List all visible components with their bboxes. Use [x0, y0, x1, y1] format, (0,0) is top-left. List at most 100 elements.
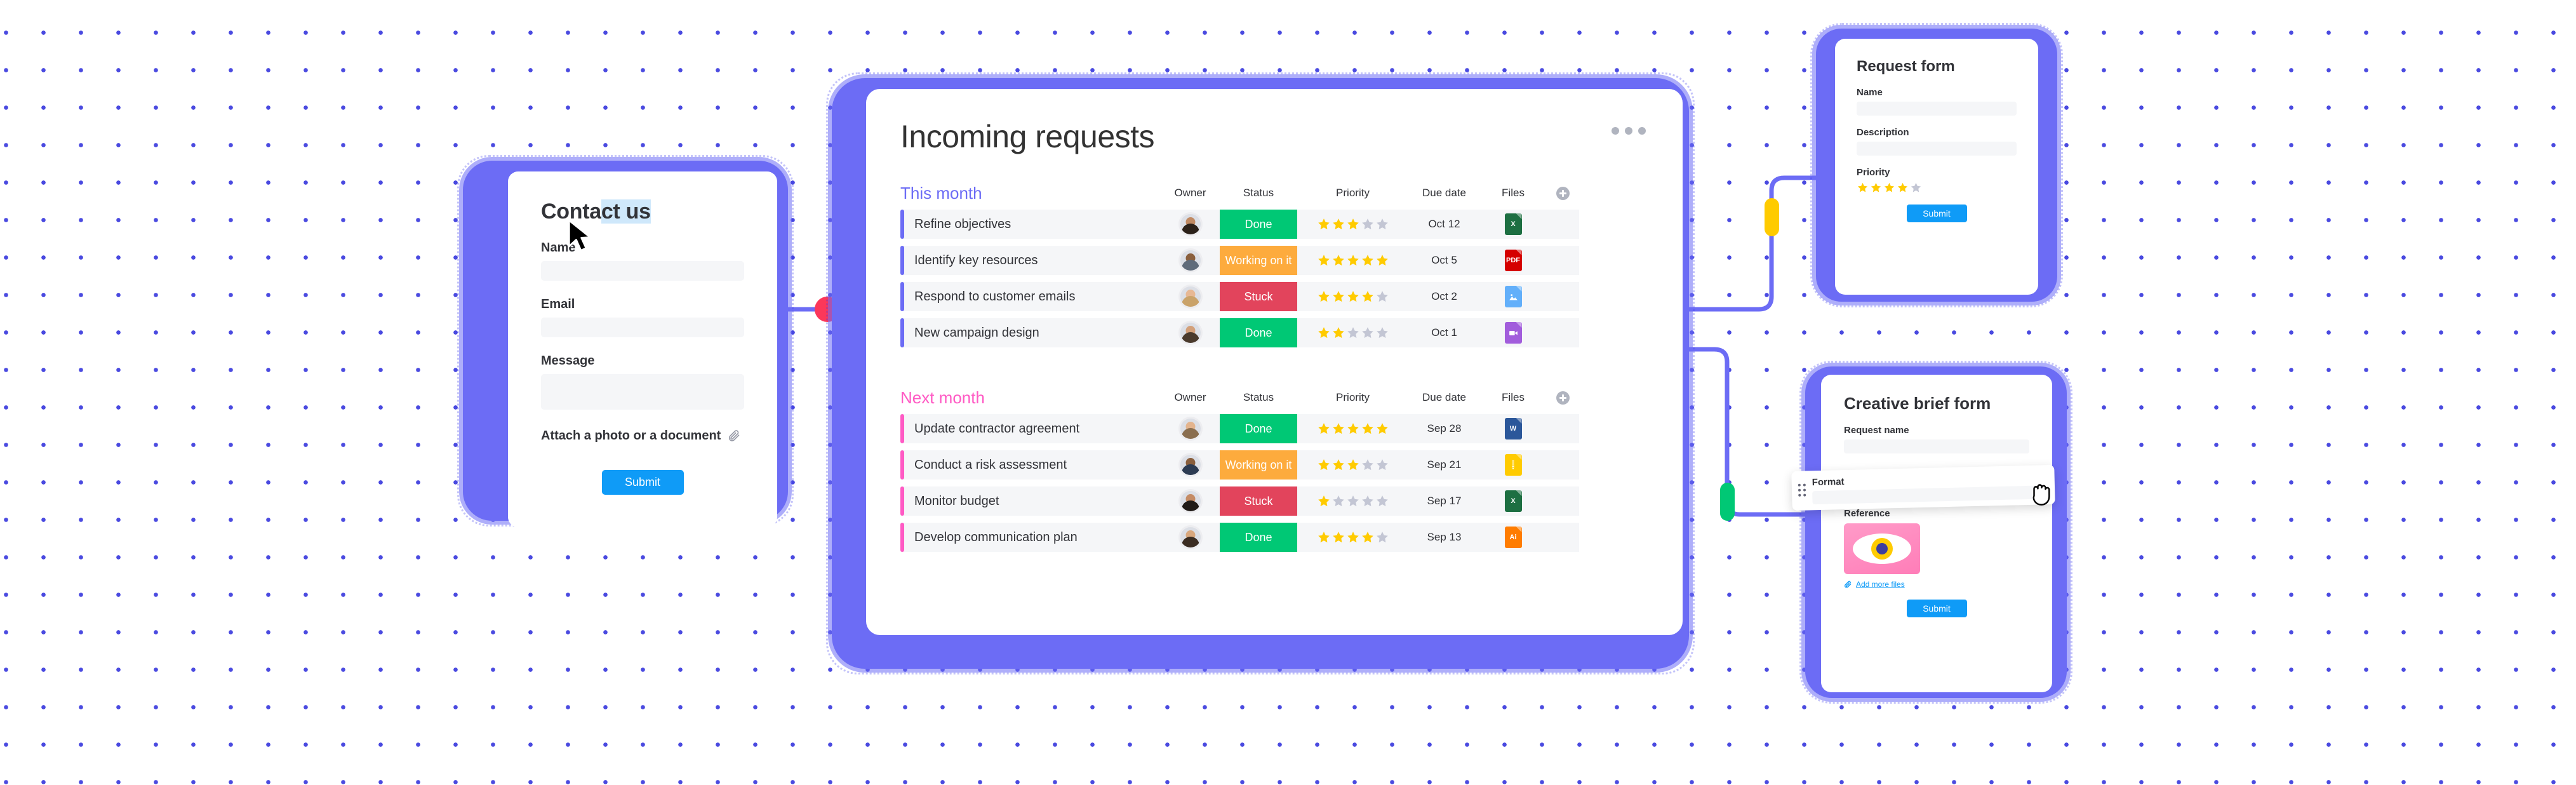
files-cell[interactable]: X [1480, 486, 1546, 516]
column-header[interactable]: Files [1480, 391, 1546, 404]
request-description-input[interactable] [1857, 142, 2017, 156]
files-cell[interactable]: X [1480, 210, 1546, 239]
column-header[interactable]: Priority [1297, 187, 1408, 199]
contact-name-input[interactable] [541, 261, 744, 281]
owner-cell[interactable] [1161, 523, 1220, 552]
due-date-cell[interactable]: Sep 28 [1408, 414, 1480, 443]
owner-avatar-4[interactable] [1180, 323, 1201, 343]
brief-request-name-input[interactable] [1844, 439, 2029, 453]
status-cell[interactable]: Done [1220, 414, 1297, 443]
contact-us-card[interactable]: Contact us Name Email Message Attach a p… [508, 171, 777, 527]
format-input[interactable] [1812, 485, 2046, 504]
files-cell[interactable]: W [1480, 414, 1546, 443]
priority-cell[interactable] [1297, 318, 1408, 347]
owner-avatar-2[interactable] [1180, 250, 1201, 271]
task-name-cell[interactable]: Update contractor agreement [900, 414, 1161, 443]
task-name-cell[interactable]: Refine objectives [900, 210, 1161, 239]
board-group-name[interactable]: This month [900, 184, 1161, 203]
files-cell[interactable]: Ai [1480, 523, 1546, 552]
due-date-cell[interactable]: Oct 5 [1408, 246, 1480, 275]
contact-attach-row[interactable]: Attach a photo or a document [541, 429, 744, 443]
add-more-files-link[interactable]: Add more files [1844, 580, 2029, 589]
task-name-cell[interactable]: Monitor budget [900, 486, 1161, 516]
files-cell[interactable] [1480, 282, 1546, 311]
priority-cell[interactable] [1297, 523, 1408, 552]
contact-message-input[interactable] [541, 374, 744, 410]
priority-cell[interactable] [1297, 486, 1408, 516]
owner-avatar-3[interactable] [1180, 286, 1201, 307]
owner-avatar-7[interactable] [1180, 491, 1201, 511]
task-name-cell[interactable]: New campaign design [900, 318, 1161, 347]
owner-cell[interactable] [1161, 414, 1220, 443]
table-row[interactable]: Conduct a risk assessment Working on it Se… [900, 448, 1648, 481]
column-header[interactable]: Due date [1408, 391, 1480, 404]
table-row[interactable]: Refine objectives Done Oct 12 X [900, 208, 1648, 241]
contact-email-input[interactable] [541, 318, 744, 337]
file-icon-excel[interactable]: X [1504, 213, 1522, 235]
owner-cell[interactable] [1161, 486, 1220, 516]
request-form-card[interactable]: Request form Name Description Priority S… [1835, 39, 2038, 295]
due-date-cell[interactable]: Sep 17 [1408, 486, 1480, 516]
request-priority-stars[interactable] [1857, 182, 2017, 194]
file-icon-word[interactable]: W [1504, 418, 1522, 439]
file-icon-image[interactable] [1504, 286, 1522, 307]
owner-cell[interactable] [1161, 450, 1220, 480]
task-name-cell[interactable]: Conduct a risk assessment [900, 450, 1161, 480]
files-cell[interactable] [1480, 450, 1546, 480]
kebab-menu-icon[interactable] [1612, 127, 1646, 135]
file-icon-zip[interactable] [1504, 454, 1522, 476]
owner-avatar-1[interactable] [1180, 214, 1201, 234]
table-row[interactable]: Identify key resources Working on it Oct 5… [900, 244, 1648, 277]
file-icon-video[interactable] [1504, 322, 1522, 344]
incoming-requests-board[interactable]: Incoming requests This month Owner Status P… [866, 89, 1683, 635]
request-name-input[interactable] [1857, 102, 2017, 116]
request-submit-button[interactable]: Submit [1906, 205, 1967, 222]
creative-brief-card[interactable]: Creative brief form Request name Referen… [1821, 375, 2052, 692]
owner-avatar-8[interactable] [1180, 527, 1201, 547]
column-header[interactable]: Owner [1161, 187, 1220, 199]
table-row[interactable]: Respond to customer emails Stuck Oct 2 [900, 280, 1648, 313]
eye-illustration[interactable] [1844, 523, 1920, 574]
files-cell[interactable] [1480, 318, 1546, 347]
add-column-button[interactable] [1546, 391, 1579, 405]
contact-submit-button[interactable]: Submit [601, 470, 684, 495]
column-header[interactable]: Priority [1297, 391, 1408, 404]
priority-cell[interactable] [1297, 450, 1408, 480]
table-row[interactable]: New campaign design Done Oct 1 [900, 316, 1648, 349]
owner-cell[interactable] [1161, 318, 1220, 347]
file-icon-illustrator[interactable]: Ai [1504, 527, 1522, 548]
add-column-button[interactable] [1546, 186, 1579, 200]
owner-cell[interactable] [1161, 246, 1220, 275]
status-cell[interactable]: Working on it [1220, 246, 1297, 275]
due-date-cell[interactable]: Oct 1 [1408, 318, 1480, 347]
priority-cell[interactable] [1297, 414, 1408, 443]
table-row[interactable]: Monitor budget Stuck Sep 17 X [900, 485, 1648, 518]
status-cell[interactable]: Done [1220, 318, 1297, 347]
column-header[interactable]: Due date [1408, 187, 1480, 199]
owner-avatar-5[interactable] [1180, 419, 1201, 439]
board-group-name[interactable]: Next month [900, 388, 1161, 408]
brief-submit-button[interactable]: Submit [1906, 600, 1967, 617]
format-field-dragging[interactable]: Format [1791, 464, 2055, 511]
file-icon-excel[interactable]: X [1504, 490, 1522, 512]
due-date-cell[interactable]: Oct 2 [1408, 282, 1480, 311]
owner-cell[interactable] [1161, 210, 1220, 239]
table-row[interactable]: Develop communication plan Done Sep 13 Ai [900, 521, 1648, 554]
files-cell[interactable]: PDF [1480, 246, 1546, 275]
task-name-cell[interactable]: Respond to customer emails [900, 282, 1161, 311]
task-name-cell[interactable]: Identify key resources [900, 246, 1161, 275]
due-date-cell[interactable]: Sep 21 [1408, 450, 1480, 480]
column-header[interactable]: Owner [1161, 391, 1220, 404]
owner-avatar-6[interactable] [1180, 455, 1201, 475]
status-cell[interactable]: Done [1220, 523, 1297, 552]
column-header[interactable]: Status [1220, 187, 1297, 199]
status-cell[interactable]: Working on it [1220, 450, 1297, 480]
priority-cell[interactable] [1297, 282, 1408, 311]
priority-cell[interactable] [1297, 210, 1408, 239]
status-cell[interactable]: Done [1220, 210, 1297, 239]
table-row[interactable]: Update contractor agreement Done Sep 28 W [900, 412, 1648, 445]
column-header[interactable]: Status [1220, 391, 1297, 404]
status-cell[interactable]: Stuck [1220, 282, 1297, 311]
due-date-cell[interactable]: Oct 12 [1408, 210, 1480, 239]
priority-cell[interactable] [1297, 246, 1408, 275]
